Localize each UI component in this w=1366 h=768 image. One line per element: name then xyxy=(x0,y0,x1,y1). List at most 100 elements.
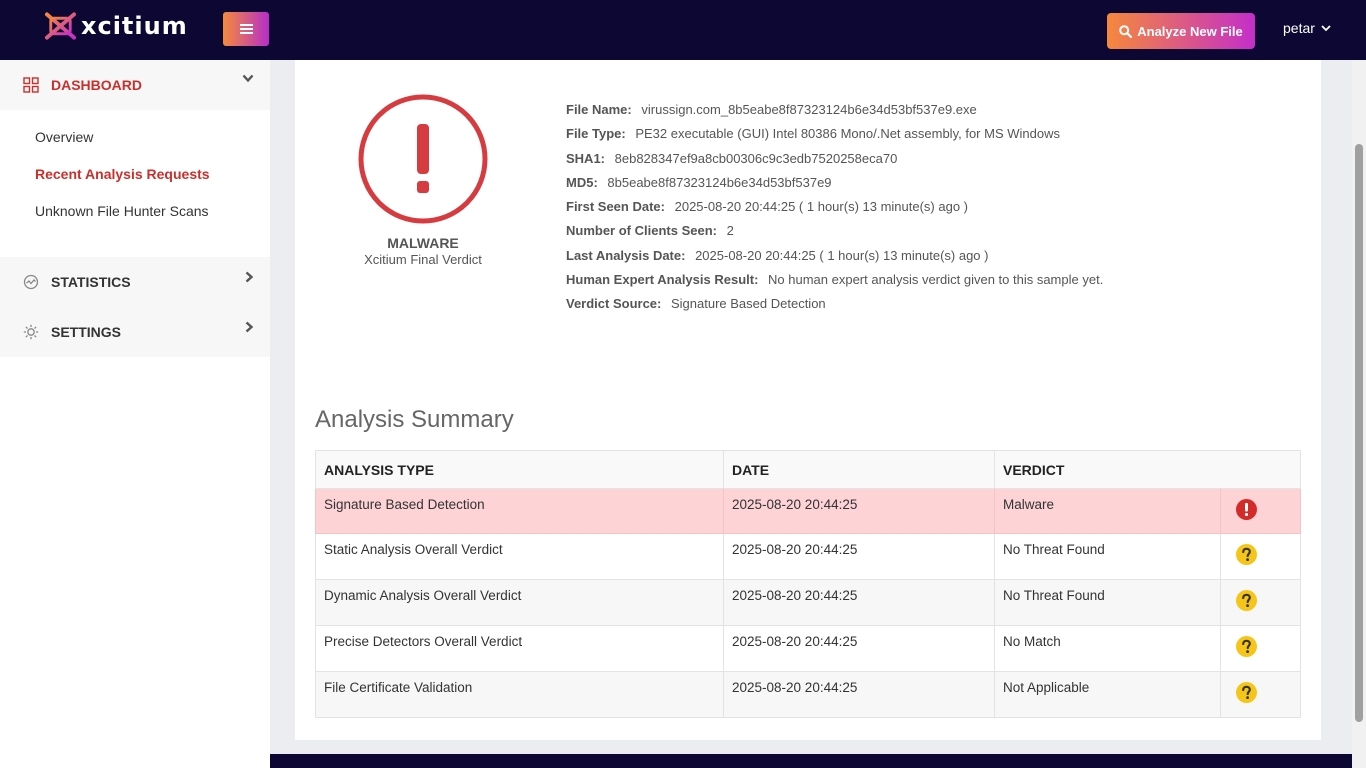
info-value: virussign.com_8b5eabe8f87323124b6e34d53b… xyxy=(641,102,977,117)
chevron-right-icon xyxy=(245,271,254,283)
menu-toggle-button[interactable] xyxy=(223,12,269,46)
table-row[interactable]: Static Analysis Overall Verdict 2025-08-… xyxy=(315,533,1301,580)
cell-analysis-type: File Certificate Validation xyxy=(315,671,724,718)
final-verdict-caption: Xcitium Final Verdict xyxy=(364,252,482,267)
column-header-date[interactable]: DATE xyxy=(723,450,995,489)
footer-bar xyxy=(270,754,1352,768)
info-label: File Type: xyxy=(566,126,626,142)
cell-verdict-icon xyxy=(1220,671,1301,718)
sidebar-item-overview[interactable]: Overview xyxy=(0,118,270,155)
sidebar-item-dashboard[interactable]: DASHBOARD xyxy=(0,60,270,110)
brand-name: xcitium xyxy=(81,12,188,40)
info-value: No human expert analysis verdict given t… xyxy=(768,272,1104,288)
cell-verdict-icon xyxy=(1220,533,1301,580)
info-value: 2 xyxy=(726,223,734,239)
cell-verdict: Malware xyxy=(994,488,1221,534)
sidebar: DASHBOARD Overview Recent Analysis Reque… xyxy=(0,60,270,768)
sidebar-item-label: SETTINGS xyxy=(51,324,122,340)
info-label: SHA1: xyxy=(566,150,606,166)
file-info-row: Last Analysis Date: 2025-08-20 20:44:25 … xyxy=(566,247,1103,271)
analyze-new-file-button[interactable]: Analyze New File xyxy=(1107,13,1255,49)
user-menu[interactable]: petar xyxy=(1283,20,1331,36)
file-info-list: File Name: virussign.com_8b5eabe8f873231… xyxy=(566,101,1103,320)
file-info-row: SHA1: 8eb828347ef9a8cb00306c9c3edb752025… xyxy=(566,150,1103,174)
info-value: Signature Based Detection xyxy=(671,296,826,312)
analysis-summary-title: Analysis Summary xyxy=(315,406,514,433)
cell-date: 2025-08-20 20:44:25 xyxy=(723,625,995,672)
info-value: 2025-08-20 20:44:25 ( 1 hour(s) 13 minut… xyxy=(674,199,968,215)
brand-logo[interactable]: xcitium xyxy=(44,11,188,41)
info-value: 8b5eabe8f87323124b6e34d53bf537e9 xyxy=(607,174,832,190)
file-info-row: MD5: 8b5eabe8f87323124b6e34d53bf537e9 xyxy=(566,174,1103,198)
chevron-down-icon xyxy=(1321,24,1331,31)
top-navbar: xcitium Analyze New File petar xyxy=(0,0,1366,60)
sidebar-group-statistics: STATISTICS SETTINGS xyxy=(0,257,270,357)
dashboard-submenu: Overview Recent Analysis Requests Unknow… xyxy=(0,110,270,241)
file-info-row: File Name: virussign.com_8b5eabe8f873231… xyxy=(566,101,1103,125)
cell-verdict-icon xyxy=(1220,579,1301,626)
sidebar-item-statistics[interactable]: STATISTICS xyxy=(0,257,270,307)
column-header-analysis-type[interactable]: ANALYSIS TYPE xyxy=(315,450,724,489)
cell-date: 2025-08-20 20:44:25 xyxy=(723,533,995,580)
info-value: 8eb828347ef9a8cb00306c9c3edb7520258eca70 xyxy=(614,150,898,166)
cell-verdict: No Threat Found xyxy=(994,533,1221,580)
dashboard-grid-icon xyxy=(23,77,39,93)
table-row[interactable]: File Certificate Validation 2025-08-20 2… xyxy=(315,671,1301,718)
info-label: Human Expert Analysis Result: xyxy=(566,272,759,288)
table-header-row: ANALYSIS TYPE DATE VERDICT xyxy=(315,450,1301,489)
file-info-row: Number of Clients Seen: 2 xyxy=(566,222,1103,246)
info-label: Last Analysis Date: xyxy=(566,247,686,263)
sidebar-item-label: DASHBOARD xyxy=(51,77,142,93)
cell-date: 2025-08-20 20:44:25 xyxy=(723,671,995,718)
sidebar-item-label: STATISTICS xyxy=(51,274,131,290)
cell-date: 2025-08-20 20:44:25 xyxy=(723,488,995,534)
sidebar-group-dashboard: DASHBOARD xyxy=(0,60,270,110)
info-label: File Name: xyxy=(566,102,632,117)
cell-verdict-icon xyxy=(1220,625,1301,672)
settings-gear-icon xyxy=(23,324,39,340)
analysis-summary-table: ANALYSIS TYPE DATE VERDICT Signature Bas… xyxy=(315,450,1301,718)
analyze-new-file-label: Analyze New File xyxy=(1137,23,1243,39)
info-label: Verdict Source: xyxy=(566,296,662,312)
cell-date: 2025-08-20 20:44:25 xyxy=(723,579,995,626)
file-report-panel: MALWARE Xcitium Final Verdict File Name:… xyxy=(295,60,1321,740)
info-label: Number of Clients Seen: xyxy=(566,223,717,239)
cell-analysis-type: Precise Detectors Overall Verdict xyxy=(315,625,724,672)
column-header-verdict[interactable]: VERDICT xyxy=(994,450,1301,489)
question-circle-icon xyxy=(1236,590,1257,611)
info-value: 2025-08-20 20:44:25 ( 1 hour(s) 13 minut… xyxy=(695,247,989,263)
question-circle-icon xyxy=(1236,682,1257,703)
sidebar-item-unknown-file-hunter-scans[interactable]: Unknown File Hunter Scans xyxy=(0,192,270,229)
table-row[interactable]: Dynamic Analysis Overall Verdict 2025-08… xyxy=(315,579,1301,626)
search-icon xyxy=(1119,24,1133,38)
scrollbar-thumb[interactable] xyxy=(1355,144,1363,722)
cell-analysis-type: Static Analysis Overall Verdict xyxy=(315,533,724,580)
sidebar-item-settings[interactable]: SETTINGS xyxy=(0,307,270,357)
info-label: First Seen Date: xyxy=(566,199,665,215)
question-circle-icon xyxy=(1236,544,1257,565)
cell-analysis-type: Dynamic Analysis Overall Verdict xyxy=(315,579,724,626)
cell-verdict: Not Applicable xyxy=(994,671,1221,718)
cell-verdict-icon xyxy=(1220,488,1301,534)
file-info-row: First Seen Date: 2025-08-20 20:44:25 ( 1… xyxy=(566,198,1103,222)
question-circle-icon xyxy=(1236,636,1257,657)
file-info-row: Verdict Source: Signature Based Detectio… xyxy=(566,295,1103,319)
sidebar-item-recent-analysis-requests[interactable]: Recent Analysis Requests xyxy=(0,155,270,192)
info-value: PE32 executable (GUI) Intel 80386 Mono/.… xyxy=(635,126,1060,142)
final-verdict-label: MALWARE xyxy=(387,235,459,251)
info-label: MD5: xyxy=(566,174,598,190)
cell-analysis-type: Signature Based Detection xyxy=(315,488,724,534)
cell-verdict: No Threat Found xyxy=(994,579,1221,626)
table-row[interactable]: Signature Based Detection 2025-08-20 20:… xyxy=(315,488,1301,534)
table-row[interactable]: Precise Detectors Overall Verdict 2025-0… xyxy=(315,625,1301,672)
file-info-row: Human Expert Analysis Result: No human e… xyxy=(566,271,1103,295)
exclamation-circle-icon xyxy=(1236,499,1257,520)
page-scrollbar[interactable] xyxy=(1352,60,1366,768)
menu-icon xyxy=(239,24,253,34)
statistics-icon xyxy=(23,274,39,290)
username: petar xyxy=(1283,20,1315,36)
chevron-down-icon xyxy=(242,74,254,83)
cell-verdict: No Match xyxy=(994,625,1221,672)
chevron-right-icon xyxy=(245,321,254,333)
exclamation-circle-icon xyxy=(358,94,488,224)
